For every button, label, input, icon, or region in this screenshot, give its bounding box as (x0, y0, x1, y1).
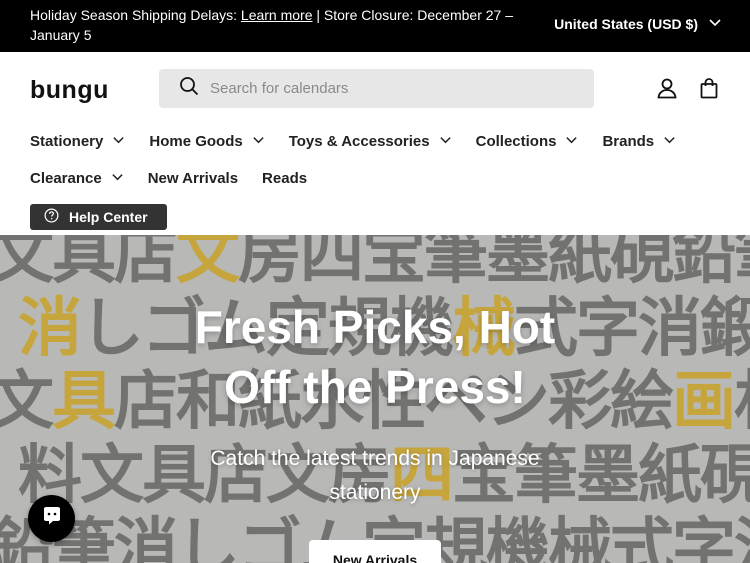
background-glyph: 文 (176, 235, 240, 293)
main-nav-row1: Stationery Home Goods Toys & Accessories… (30, 133, 700, 150)
background-glyph: 消 (734, 512, 750, 563)
hero-title: Fresh Picks, Hot Off the Press! (0, 297, 750, 417)
chevron-down-icon (252, 133, 265, 150)
nav-label: Clearance (30, 170, 102, 187)
background-glyph: 紙 (548, 235, 612, 293)
chevron-down-icon (663, 133, 676, 150)
hero-subtitle: Catch the latest trends in Japanese stat… (210, 447, 540, 504)
nav-label: Reads (262, 170, 308, 187)
background-glyph: 式 (610, 512, 674, 563)
background-glyph: 筆 (424, 235, 488, 293)
new-arrivals-button[interactable]: New Arrivals (309, 540, 441, 563)
nav-label: Collections (475, 133, 557, 150)
nav-label: Home Goods (149, 133, 243, 150)
background-glyph: 文 (0, 235, 54, 293)
hero-title-line2: Off the Press! (224, 361, 526, 413)
background-glyph: 消 (114, 512, 178, 563)
background-glyph: 宝 (362, 235, 426, 293)
nav-stationery[interactable]: Stationery (30, 133, 125, 150)
nav-label: Toys & Accessories (288, 133, 430, 150)
background-glyph: 機 (486, 512, 550, 563)
hero-title-line1: Fresh Picks, Hot (194, 301, 556, 353)
country-label: United States (USD $) (554, 15, 698, 32)
logo[interactable]: bungu (30, 76, 109, 105)
background-glyph: 硯 (700, 439, 750, 513)
background-glyph: 墨 (486, 235, 550, 293)
nav-home-goods[interactable]: Home Goods (149, 133, 264, 150)
background-glyph: ゴ (238, 512, 302, 563)
background-glyph: 具 (52, 235, 116, 293)
nav-brands[interactable]: Brands (602, 133, 676, 150)
site-header: bungu Stationery Home Goods Toys & Acces… (0, 52, 750, 235)
nav-collections[interactable]: Collections (476, 133, 579, 150)
chevron-down-icon (565, 133, 578, 150)
chevron-down-icon (111, 170, 124, 187)
background-glyph: 字 (672, 512, 736, 563)
chat-bubble-icon (40, 504, 64, 533)
background-glyph: 硯 (610, 235, 674, 293)
cart-icon[interactable] (698, 77, 720, 99)
background-glyph: 筆 (734, 235, 750, 293)
background-glyph: 文 (80, 439, 144, 513)
nav-label: Stationery (30, 133, 104, 150)
help-center-label: Help Center (69, 209, 148, 225)
nav-clearance[interactable]: Clearance (30, 170, 124, 187)
background-glyph: 紙 (638, 439, 702, 513)
background-glyph: し (176, 512, 240, 563)
chevron-down-icon (439, 133, 452, 150)
question-circle-icon (44, 208, 59, 226)
chevron-down-icon (112, 133, 125, 150)
account-icon[interactable] (656, 77, 678, 99)
learn-more-link[interactable]: Learn more (241, 7, 313, 23)
hero-banner: 文具店文房四宝筆墨紙硯鉛筆消しゴム定規機械式字消鍛文具店和紙水性ペン彩絵画材料文… (0, 235, 750, 563)
search-icon[interactable] (179, 76, 199, 101)
nav-label: Brands (602, 133, 655, 150)
background-glyph: 店 (114, 235, 178, 293)
search-bar[interactable] (159, 69, 594, 108)
search-input[interactable] (210, 80, 570, 97)
nav-toys-accessories[interactable]: Toys & Accessories (289, 133, 452, 150)
background-glyph: 械 (548, 512, 612, 563)
main-nav-row2: Clearance New Arrivals Reads (30, 170, 331, 187)
nav-new-arrivals[interactable]: New Arrivals (148, 170, 238, 187)
background-glyph: 墨 (576, 439, 640, 513)
chat-widget-button[interactable] (28, 495, 75, 542)
background-glyph: 鉛 (672, 235, 736, 293)
nav-label: New Arrivals (147, 170, 239, 187)
help-center-button[interactable]: Help Center (30, 204, 167, 230)
background-glyph: 房 (238, 235, 302, 293)
background-glyph: 四 (300, 235, 364, 293)
nav-reads[interactable]: Reads (262, 170, 307, 187)
country-selector[interactable]: United States (USD $) (554, 15, 722, 32)
announcement-bar: Holiday Season Shipping Delays: Learn mo… (0, 0, 750, 52)
chevron-down-icon (708, 15, 722, 32)
announcement-prefix: Holiday Season Shipping Delays: (30, 7, 241, 23)
announcement-text: Holiday Season Shipping Delays: Learn mo… (30, 5, 530, 45)
